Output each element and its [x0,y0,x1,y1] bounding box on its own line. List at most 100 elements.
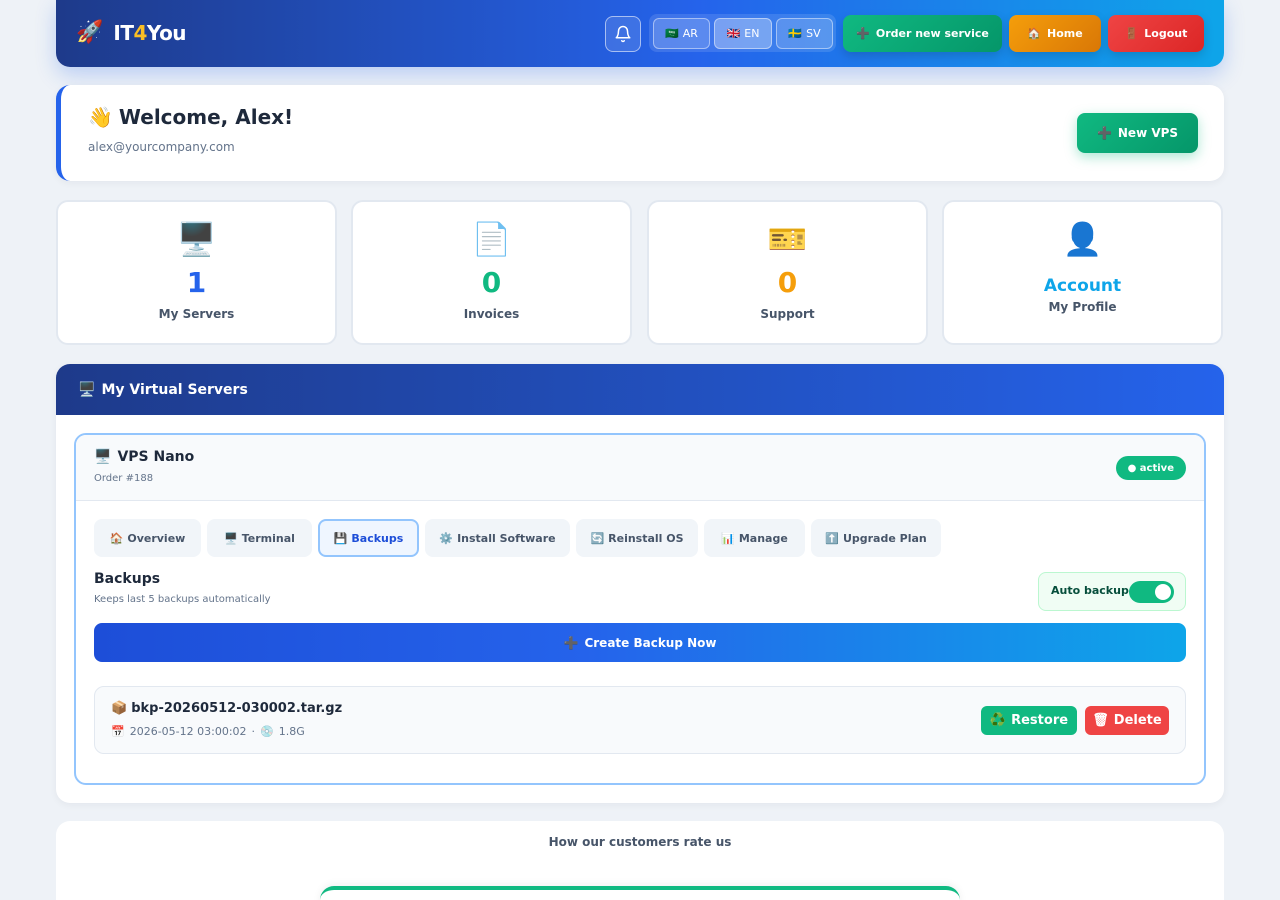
disc-icon: 💿 [260,725,274,738]
saudi-flag-icon: 🇸🇦 [665,27,679,40]
stat-value-account: Account [1043,276,1122,296]
plus-icon: ➕ [563,635,579,650]
vps-card-header: 🖥️ VPS Nano Order #188 ● active [76,435,1204,501]
tab-label: Install Software [457,531,556,545]
plus-icon: ➕ [856,27,870,40]
customer-rating-section: How our customers rate us [56,821,1224,900]
gear-icon: ⚙️ [439,531,454,545]
brand-logo[interactable]: 🚀 IT4You [76,20,187,45]
uk-flag-icon: 🇬🇧 [726,27,741,40]
tab-label: Manage [738,531,788,545]
bar-chart-icon: 📊 [721,531,735,545]
auto-backup-label: Auto backup [1051,584,1129,597]
welcome-heading: 👋 Welcome, Alex! [88,105,293,129]
rating-card [320,886,960,900]
trash-icon: 🗑 [1092,713,1109,728]
restore-button[interactable]: ♻️ Restore [981,706,1077,735]
refresh-icon: 🔄 [590,531,605,545]
stat-label-servers: My Servers [158,307,235,321]
auto-backup-toggle[interactable] [1129,581,1174,603]
logout-label: Logout [1144,27,1188,40]
ticket-icon: 🎫 [767,220,808,258]
new-vps-button[interactable]: ➕ New VPS [1077,113,1198,153]
tab-label: Reinstall OS [608,531,684,545]
sweden-flag-icon: 🇸🇪 [788,27,803,40]
stat-value-support: 0 [777,266,798,299]
plus-icon: ➕ [1096,126,1112,140]
stat-card-account[interactable]: 👤 Account My Profile [942,200,1223,345]
tab-backups[interactable]: 💾 Backups [318,519,419,557]
backup-list-item: 📦 bkp-20260512-030002.tar.gz 📅 2026-05-1… [94,686,1186,754]
order-new-service-button[interactable]: ➕ Order new service [843,15,1002,52]
tab-manage[interactable]: 📊 Manage [704,519,805,557]
section-header: 🖥️ My Virtual Servers [56,364,1224,415]
user-email: alex@yourcompany.com [88,140,235,154]
stat-card-servers[interactable]: 🖥️ 1 My Servers [56,200,337,345]
tab-label: Upgrade Plan [842,531,927,545]
tab-upgrade-plan[interactable]: ⬆️ Upgrade Plan [811,519,941,557]
lang-ar-button[interactable]: 🇸🇦 AR [653,18,710,49]
desktop-icon: 🖥️ [176,220,217,258]
backups-title: Backups [94,571,161,587]
home-icon: 🏠 [1027,27,1041,40]
create-backup-button[interactable]: ➕ Create Backup Now [94,623,1186,662]
rocket-icon: 🚀 [76,20,104,45]
stat-label-support: Support [760,307,815,321]
vps-name-text: VPS Nano [117,449,195,465]
top-navbar: 🚀 IT4You 🇸🇦 AR 🇬🇧 EN 🇸🇪 SV ➕ Order new s… [56,0,1224,67]
rating-title: How our customers rate us [548,835,732,849]
tab-overview[interactable]: 🏠 Overview [94,519,201,557]
home-icon: 🏠 [109,531,124,545]
home-label: Home [1047,27,1083,40]
section-title: My Virtual Servers [101,381,248,398]
order-new-service-label: Order new service [875,27,989,40]
new-vps-label: New VPS [1117,126,1179,140]
welcome-card: 👋 Welcome, Alex! alex@yourcompany.com ➕ … [56,85,1224,181]
logout-button[interactable]: 🚪 Logout [1108,15,1204,52]
notifications-button[interactable] [605,16,641,52]
backup-filename-text: bkp-20260512-030002.tar.gz [131,701,343,716]
stat-card-invoices[interactable]: 📄 0 Invoices [351,200,632,345]
calendar-icon: 📅 [111,725,125,738]
status-badge: ● active [1115,456,1186,480]
vps-card: 🖥️ VPS Nano Order #188 ● active 🏠 Overvi… [74,433,1206,785]
auto-backup-panel: Auto backup [1038,572,1186,611]
create-backup-label: Create Backup Now [584,635,717,650]
vps-name: 🖥️ VPS Nano [94,449,194,465]
tab-install-software[interactable]: ⚙️ Install Software [425,519,570,557]
recycle-icon: ♻️ [989,713,1007,728]
lang-en-button[interactable]: 🇬🇧 EN [714,18,772,49]
lang-ar-label: AR [682,27,698,40]
tab-reinstall-os[interactable]: 🔄 Reinstall OS [576,519,698,557]
backups-subtitle: Keeps last 5 backups automatically [94,594,271,605]
toggle-knob [1155,584,1171,600]
restore-label: Restore [1011,713,1069,728]
tab-terminal[interactable]: 🖥️ Terminal [207,519,312,557]
brand-name: IT4You [113,21,186,45]
tab-label: Overview [127,531,186,545]
meta-separator: · [251,725,256,738]
tab-label: Backups [351,531,404,545]
user-icon: 👤 [1062,220,1103,258]
stat-value-servers: 1 [186,266,207,299]
waving-hand-icon: 👋 [88,105,113,129]
language-switcher: 🇸🇦 AR 🇬🇧 EN 🇸🇪 SV [649,14,836,52]
backup-date: 2026-05-12 03:00:02 [129,725,247,738]
virtual-servers-section: 🖥️ My Virtual Servers 🖥️ VPS Nano Order … [56,364,1224,803]
tab-label: Terminal [241,531,295,545]
arrow-up-icon: ⬆️ [825,531,839,545]
document-icon: 📄 [471,220,512,258]
package-icon: 📦 [111,701,128,716]
stat-card-support[interactable]: 🎫 0 Support [647,200,928,345]
home-button[interactable]: 🏠 Home [1009,15,1101,52]
backup-meta: 📅 2026-05-12 03:00:02 · 💿 1.8G [111,725,305,738]
brand-name-four: 4 [133,20,148,45]
stat-label-invoices: Invoices [463,307,520,321]
vps-order-number: Order #188 [94,473,154,484]
brand-name-prefix: IT [113,20,134,45]
desktop-icon: 🖥️ [94,449,112,465]
delete-button[interactable]: 🗑 Delete [1085,706,1169,735]
bell-icon [615,25,631,43]
delete-label: Delete [1113,713,1162,728]
lang-sv-button[interactable]: 🇸🇪 SV [776,18,833,49]
